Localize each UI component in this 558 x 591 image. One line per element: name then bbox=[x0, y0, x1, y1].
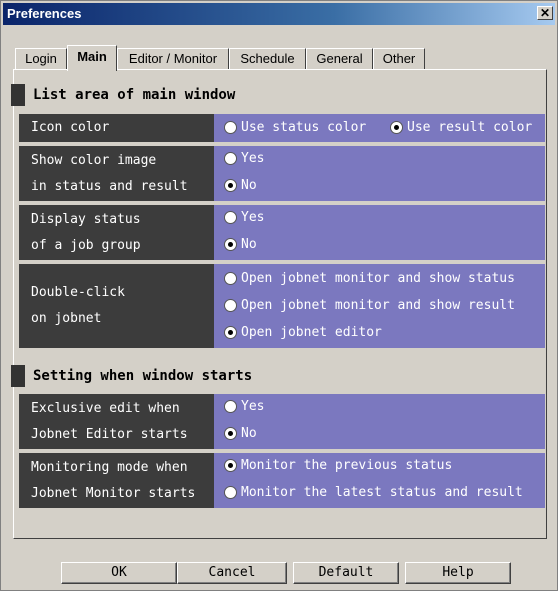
section-marker bbox=[11, 84, 25, 106]
option-label: Monitor the latest status and result bbox=[241, 485, 523, 500]
radio-icon[interactable] bbox=[224, 400, 237, 413]
tab-general[interactable]: General bbox=[306, 48, 373, 69]
radio-monitor-previous[interactable]: Monitor the previous status bbox=[224, 456, 452, 476]
radio-icon[interactable] bbox=[224, 459, 237, 472]
radio-monitor-latest[interactable]: Monitor the latest status and result bbox=[224, 483, 523, 503]
options-area: Use status color Use result color bbox=[214, 114, 545, 142]
row-label: Display status of a job group bbox=[19, 205, 214, 260]
tab-schedule[interactable]: Schedule bbox=[229, 48, 306, 69]
radio-icon[interactable] bbox=[224, 211, 237, 224]
row-double-click-jobnet: Double-click on jobnet Open jobnet monit… bbox=[19, 264, 545, 348]
radio-use-status-color[interactable]: Use status color bbox=[224, 118, 366, 138]
radio-icon[interactable] bbox=[224, 427, 237, 440]
option-label: Open jobnet monitor and show status bbox=[241, 271, 515, 286]
radio-no[interactable]: No bbox=[224, 424, 257, 444]
options-area: Yes No bbox=[214, 146, 545, 201]
radio-icon[interactable] bbox=[224, 152, 237, 165]
tab-login[interactable]: Login bbox=[15, 48, 67, 69]
row-label: Double-click on jobnet bbox=[19, 264, 214, 348]
option-label: Use status color bbox=[241, 120, 367, 135]
tab-other[interactable]: Other bbox=[373, 48, 425, 69]
radio-no[interactable]: No bbox=[224, 235, 257, 255]
radio-use-result-color[interactable]: Use result color bbox=[390, 118, 532, 138]
section-title: Setting when window starts bbox=[33, 368, 253, 384]
options-area: Monitor the previous status Monitor the … bbox=[214, 453, 545, 508]
option-label: No bbox=[241, 178, 257, 193]
row-label: Show color image in status and result bbox=[19, 146, 214, 201]
option-label: Monitor the previous status bbox=[241, 458, 453, 473]
row-label: Icon color bbox=[19, 114, 214, 142]
row-icon-color: Icon color Use status color Use result c… bbox=[19, 114, 545, 142]
section-title: List area of main window bbox=[33, 87, 236, 103]
section-marker bbox=[11, 365, 25, 387]
cancel-button[interactable]: Cancel bbox=[177, 562, 287, 584]
radio-open-monitor-result[interactable]: Open jobnet monitor and show result bbox=[224, 296, 515, 316]
default-button[interactable]: Default bbox=[293, 562, 399, 584]
radio-icon[interactable] bbox=[224, 179, 237, 192]
radio-no[interactable]: No bbox=[224, 176, 257, 196]
radio-icon[interactable] bbox=[224, 272, 237, 285]
row-label: Exclusive edit when Jobnet Editor starts bbox=[19, 394, 214, 449]
options-area: Yes No bbox=[214, 205, 545, 260]
options-area: Open jobnet monitor and show status Open… bbox=[214, 264, 545, 348]
row-exclusive-edit: Exclusive edit when Jobnet Editor starts… bbox=[19, 394, 545, 449]
option-label: Use result color bbox=[407, 120, 533, 135]
radio-open-jobnet-editor[interactable]: Open jobnet editor bbox=[224, 323, 382, 343]
window-title: Preferences bbox=[7, 6, 82, 21]
radio-icon[interactable] bbox=[224, 299, 237, 312]
help-button[interactable]: Help bbox=[405, 562, 511, 584]
preferences-window: Preferences ✕ Login Main Editor / Monito… bbox=[0, 0, 558, 591]
option-label: Open jobnet monitor and show result bbox=[241, 298, 515, 313]
radio-icon[interactable] bbox=[224, 486, 237, 499]
title-bar: Preferences ✕ bbox=[3, 3, 555, 25]
tab-editor-monitor[interactable]: Editor / Monitor bbox=[117, 48, 229, 69]
radio-yes[interactable]: Yes bbox=[224, 149, 264, 169]
tab-main[interactable]: Main bbox=[67, 45, 117, 71]
radio-icon[interactable] bbox=[390, 121, 403, 134]
option-label: Open jobnet editor bbox=[241, 325, 382, 340]
options-area: Yes No bbox=[214, 394, 545, 449]
option-label: No bbox=[241, 426, 257, 441]
row-monitoring-mode: Monitoring mode when Jobnet Monitor star… bbox=[19, 453, 545, 508]
option-label: No bbox=[241, 237, 257, 252]
section-header-window-starts: Setting when window starts bbox=[11, 363, 531, 389]
radio-open-monitor-status[interactable]: Open jobnet monitor and show status bbox=[224, 269, 515, 289]
row-label: Monitoring mode when Jobnet Monitor star… bbox=[19, 453, 214, 508]
radio-icon[interactable] bbox=[224, 326, 237, 339]
row-show-color-image: Show color image in status and result Ye… bbox=[19, 146, 545, 201]
option-label: Yes bbox=[241, 151, 265, 166]
radio-icon[interactable] bbox=[224, 238, 237, 251]
radio-yes[interactable]: Yes bbox=[224, 397, 264, 417]
option-label: Yes bbox=[241, 399, 265, 414]
ok-button[interactable]: OK bbox=[61, 562, 177, 584]
section-header-list-area: List area of main window bbox=[11, 82, 531, 108]
radio-yes[interactable]: Yes bbox=[224, 208, 264, 228]
close-icon[interactable]: ✕ bbox=[537, 6, 553, 20]
option-label: Yes bbox=[241, 210, 265, 225]
row-display-status: Display status of a job group Yes No bbox=[19, 205, 545, 260]
radio-icon[interactable] bbox=[224, 121, 237, 134]
